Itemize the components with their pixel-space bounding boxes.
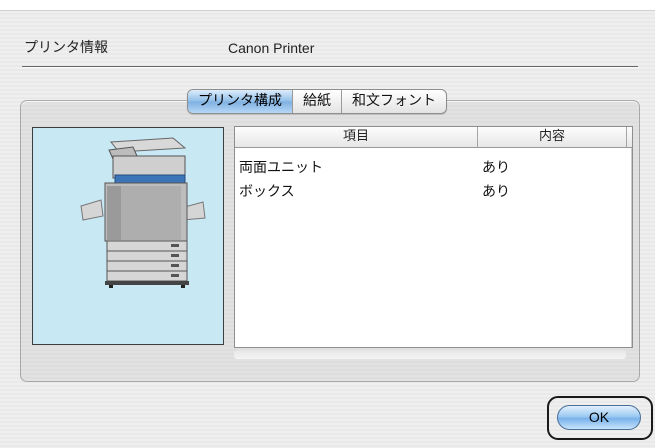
table-row-item[interactable]: 両面ユニット <box>239 157 323 177</box>
column-header-value[interactable]: 内容 <box>478 127 626 147</box>
tab-bar: プリンタ構成 給紙 和文フォント <box>187 89 447 114</box>
printer-config-table: 項目 内容 両面ユニット あり ボックス あり <box>234 126 633 348</box>
ok-button[interactable]: OK <box>557 405 641 430</box>
printer-illustration-icon <box>80 137 206 288</box>
printer-name: Canon Printer <box>228 40 315 56</box>
table-row-value[interactable]: あり <box>482 157 510 177</box>
header-divider-highlight <box>22 67 638 68</box>
table-header: 項目 内容 <box>235 127 632 148</box>
printer-info-label: プリンタ情報 <box>24 40 108 56</box>
vertical-scrollbar-track[interactable] <box>631 148 632 347</box>
column-divider <box>626 127 627 147</box>
tab-japanese-fonts[interactable]: 和文フォント <box>341 90 446 113</box>
table-row-item[interactable]: ボックス <box>239 181 295 201</box>
column-header-item[interactable]: 項目 <box>235 127 477 147</box>
table-row-value[interactable]: あり <box>482 181 510 201</box>
tab-paper-source[interactable]: 給紙 <box>292 90 341 113</box>
tab-printer-configuration[interactable]: プリンタ構成 <box>188 90 292 113</box>
printer-image-panel <box>32 127 224 345</box>
horizontal-scrollbar[interactable] <box>234 350 626 359</box>
